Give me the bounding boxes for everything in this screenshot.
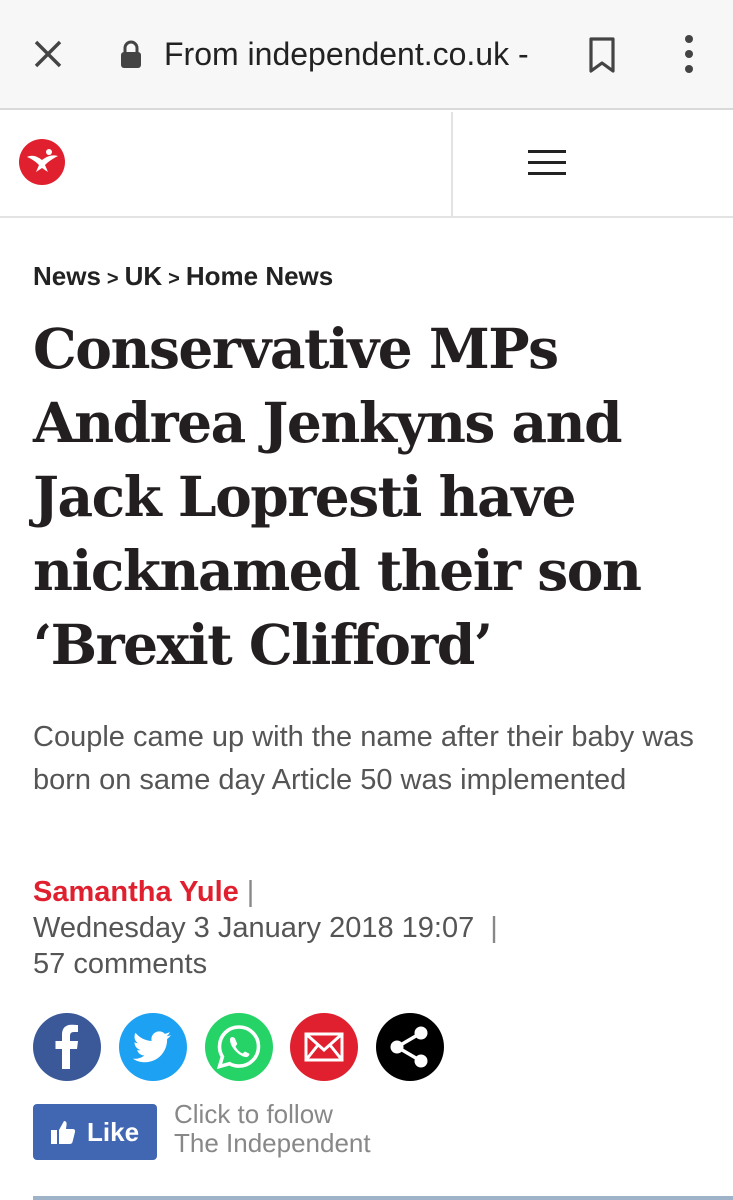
- share-buttons: [33, 1013, 453, 1083]
- facebook-share-button[interactable]: [33, 1013, 101, 1081]
- follow-line: The Independent: [174, 1128, 371, 1158]
- close-icon[interactable]: [32, 38, 64, 70]
- facebook-like-button[interactable]: Like: [33, 1104, 157, 1160]
- author-link[interactable]: Samantha Yule: [33, 876, 239, 908]
- facebook-icon: [55, 1024, 78, 1069]
- lock-icon: [121, 40, 141, 68]
- breadcrumb-home-news[interactable]: Home News: [186, 261, 333, 291]
- menu-dots-icon[interactable]: [678, 34, 700, 74]
- headline-line: nicknamed their son: [33, 538, 642, 603]
- breadcrumb-separator: >: [168, 268, 180, 290]
- article-headline: Conservative MPs Andrea Jenkyns and Jack…: [33, 312, 713, 682]
- breadcrumb-news[interactable]: News: [33, 261, 101, 291]
- headline-line: ‘Brexit Clifford’: [33, 612, 493, 677]
- breadcrumb-uk[interactable]: UK: [125, 261, 163, 291]
- breadcrumb: News > UK > Home News: [33, 256, 333, 299]
- follow-text: Click to follow The Independent: [174, 1100, 371, 1158]
- twitter-share-button[interactable]: [119, 1013, 187, 1081]
- hamburger-icon[interactable]: [528, 150, 566, 178]
- bookmark-icon[interactable]: [586, 36, 618, 74]
- byline-separator: |: [490, 912, 498, 944]
- breadcrumb-separator: >: [106, 268, 119, 290]
- like-label: Like: [87, 1117, 140, 1147]
- url-bar[interactable]: From independent.co.uk -: [164, 32, 544, 76]
- headline-line: Jack Lopresti have: [33, 464, 577, 529]
- headline-line: Conservative MPs: [33, 316, 559, 381]
- article-standfirst: Couple came up with the name after their…: [33, 721, 694, 796]
- independent-eagle-logo[interactable]: [18, 138, 66, 186]
- share-icon: [390, 1026, 428, 1068]
- article-byline: Samantha Yule | Wednesday 3 January 2018 …: [33, 874, 713, 982]
- whatsapp-share-button[interactable]: [205, 1013, 273, 1081]
- publish-date: Wednesday 3 January 2018 19:07: [33, 912, 475, 944]
- whatsapp-icon: [216, 1025, 261, 1070]
- twitter-icon: [132, 1031, 171, 1063]
- site-header: [0, 112, 733, 218]
- headline-line: Andrea Jenkyns and: [33, 390, 623, 455]
- browser-toolbar: From independent.co.uk -: [0, 0, 733, 110]
- image-preview-edge: [33, 1196, 733, 1200]
- thumbs-up-icon: [51, 1121, 76, 1144]
- byline-separator: |: [246, 876, 255, 908]
- email-share-button[interactable]: [290, 1013, 358, 1081]
- email-icon: [304, 1032, 344, 1062]
- follow-line: Click to follow: [174, 1099, 333, 1129]
- header-divider: [451, 112, 453, 216]
- share-button[interactable]: [376, 1013, 444, 1081]
- comments-link[interactable]: 57 comments: [33, 948, 207, 980]
